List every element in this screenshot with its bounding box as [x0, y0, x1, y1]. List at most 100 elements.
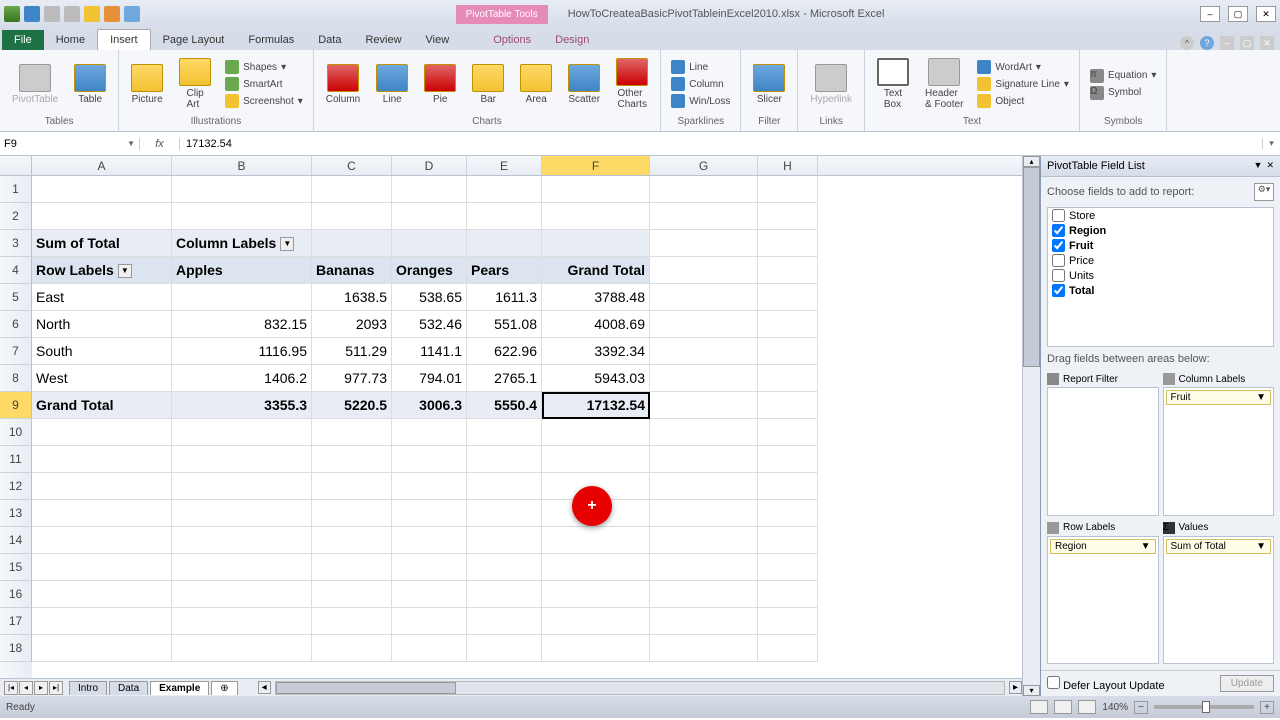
zoom-out-button[interactable]: − [1134, 701, 1148, 714]
doc-max-icon[interactable]: ▢ [1240, 36, 1254, 50]
vscroll-track[interactable] [1023, 167, 1040, 685]
row-header-18[interactable]: 18 [0, 635, 32, 662]
tab-file[interactable]: File [2, 30, 44, 50]
column-labels-item[interactable]: Fruit▼ [1166, 390, 1272, 405]
bar-chart-button[interactable]: Bar [466, 62, 510, 107]
sparkline-winloss-button[interactable]: Win/Loss [667, 93, 734, 109]
tab-page-layout[interactable]: Page Layout [151, 30, 237, 50]
row-header-4[interactable]: 4 [0, 257, 32, 284]
row-header-3[interactable]: 3 [0, 230, 32, 257]
help-icon[interactable]: ? [1200, 36, 1214, 50]
hscroll-track[interactable] [275, 681, 1005, 695]
page-break-view-button[interactable] [1078, 700, 1096, 714]
slicer-button[interactable]: Slicer [747, 62, 791, 107]
name-box[interactable]: F9▼ [0, 138, 140, 150]
screenshot-button[interactable]: Screenshot ▾ [221, 93, 307, 109]
area-report-filter[interactable] [1047, 387, 1159, 516]
textbox-button[interactable]: Text Box [871, 56, 915, 112]
area-values[interactable]: Sum of Total▼ [1163, 536, 1275, 665]
row-header-12[interactable]: 12 [0, 473, 32, 500]
field-list-dropdown-icon[interactable]: ▼ [1254, 160, 1263, 172]
tab-design[interactable]: Design [543, 30, 601, 50]
sparkline-column-button[interactable]: Column [667, 76, 734, 92]
row-header-15[interactable]: 15 [0, 554, 32, 581]
tab-nav-next[interactable]: ▸ [34, 681, 48, 695]
row-labels-item[interactable]: Region▼ [1050, 539, 1156, 554]
col-header-C[interactable]: C [312, 156, 392, 175]
clipart-button[interactable]: Clip Art [173, 56, 217, 112]
tab-formulas[interactable]: Formulas [236, 30, 306, 50]
pivottable-button[interactable]: PivotTable [6, 62, 64, 107]
maximize-button[interactable]: ▢ [1228, 6, 1248, 22]
zoom-in-button[interactable]: + [1260, 701, 1274, 714]
header-footer-button[interactable]: Header & Footer [919, 56, 969, 112]
tab-options[interactable]: Options [481, 30, 543, 50]
vscroll-thumb[interactable] [1023, 167, 1040, 367]
fx-button[interactable]: fx [140, 138, 180, 150]
row-header-9[interactable]: 9 [0, 392, 32, 419]
symbol-button[interactable]: ΩSymbol [1086, 85, 1161, 101]
save-icon[interactable] [24, 6, 40, 22]
signature-button[interactable]: Signature Line ▾ [973, 76, 1073, 92]
row-header-11[interactable]: 11 [0, 446, 32, 473]
field-total[interactable]: Total [1048, 283, 1273, 298]
vscroll-up[interactable]: ▴ [1023, 156, 1040, 167]
row-labels-dropdown[interactable]: ▼ [118, 264, 132, 278]
wordart-button[interactable]: WordArt ▾ [973, 59, 1073, 75]
sheet-tab-data[interactable]: Data [109, 681, 148, 695]
new-sheet-button[interactable]: ⊕ [211, 681, 237, 695]
dropdown-icon[interactable]: ▼ [1256, 541, 1266, 552]
equation-button[interactable]: πEquation ▾ [1086, 68, 1161, 84]
smartart-button[interactable]: SmartArt [221, 76, 307, 92]
tab-nav-last[interactable]: ▸| [49, 681, 63, 695]
formula-expand-icon[interactable]: ▾ [1262, 138, 1280, 149]
table-button[interactable]: Table [68, 62, 112, 107]
update-button[interactable]: Update [1220, 675, 1274, 692]
row-header-5[interactable]: 5 [0, 284, 32, 311]
row-header-17[interactable]: 17 [0, 608, 32, 635]
row-header-14[interactable]: 14 [0, 527, 32, 554]
namebox-dropdown-icon[interactable]: ▼ [127, 139, 135, 148]
zoom-slider[interactable] [1154, 705, 1254, 709]
field-list-close-icon[interactable]: ✕ [1266, 160, 1274, 172]
select-all-corner[interactable] [0, 156, 32, 175]
col-header-G[interactable]: G [650, 156, 758, 175]
tab-view[interactable]: View [414, 30, 462, 50]
formula-input[interactable]: 17132.54 [180, 138, 1262, 150]
values-item[interactable]: Sum of Total▼ [1166, 539, 1272, 554]
tab-nav-first[interactable]: |◂ [4, 681, 18, 695]
undo-icon[interactable] [44, 6, 60, 22]
row-header-8[interactable]: 8 [0, 365, 32, 392]
field-units[interactable]: Units [1048, 268, 1273, 283]
hscroll-left[interactable]: ◂ [258, 681, 271, 694]
field-fruit[interactable]: Fruit [1048, 238, 1273, 253]
col-header-E[interactable]: E [467, 156, 542, 175]
row-header-10[interactable]: 10 [0, 419, 32, 446]
other-charts-button[interactable]: Other Charts [610, 56, 654, 112]
dropdown-icon[interactable]: ▼ [1141, 541, 1151, 552]
col-header-D[interactable]: D [392, 156, 467, 175]
pie-chart-button[interactable]: Pie [418, 62, 462, 107]
col-header-A[interactable]: A [32, 156, 172, 175]
cells-grid[interactable]: Sum of TotalColumn Labels▼Row Labels▼App… [32, 176, 1022, 678]
hyperlink-button[interactable]: Hyperlink [804, 62, 858, 107]
qat-icon-1[interactable] [84, 6, 100, 22]
zoom-level[interactable]: 140% [1102, 702, 1128, 713]
tab-data[interactable]: Data [306, 30, 353, 50]
field-region[interactable]: Region [1048, 223, 1273, 238]
sheet-tab-example[interactable]: Example [150, 681, 209, 695]
hscroll-thumb[interactable] [276, 682, 456, 694]
picture-button[interactable]: Picture [125, 62, 169, 107]
field-store[interactable]: Store [1048, 208, 1273, 223]
sparkline-line-button[interactable]: Line [667, 59, 734, 75]
doc-close-icon[interactable]: ✕ [1260, 36, 1274, 50]
close-button[interactable]: ✕ [1256, 6, 1276, 22]
field-list-layout-button[interactable]: ⚙▾ [1254, 183, 1274, 201]
row-header-16[interactable]: 16 [0, 581, 32, 608]
col-header-H[interactable]: H [758, 156, 818, 175]
scatter-chart-button[interactable]: Scatter [562, 62, 606, 107]
normal-view-button[interactable] [1030, 700, 1048, 714]
row-header-13[interactable]: 13 [0, 500, 32, 527]
redo-icon[interactable] [64, 6, 80, 22]
tab-nav-prev[interactable]: ◂ [19, 681, 33, 695]
